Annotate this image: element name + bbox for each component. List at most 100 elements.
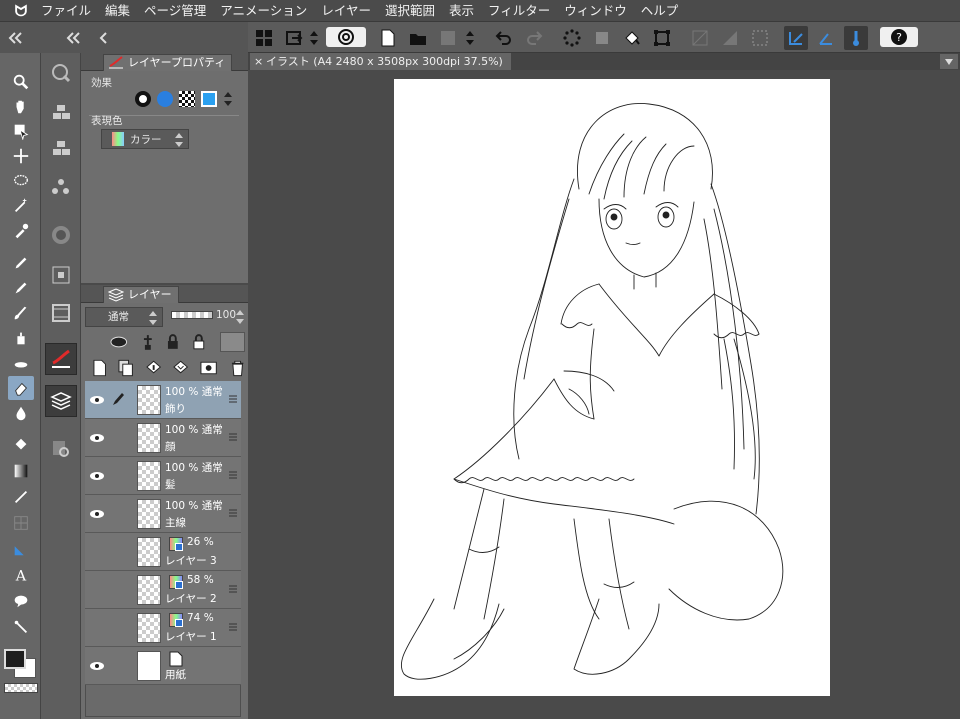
- updown-2-icon[interactable]: [462, 26, 478, 50]
- opacity-value[interactable]: 100: [216, 309, 236, 321]
- menu-layer[interactable]: レイヤー: [314, 0, 378, 22]
- menu-edit[interactable]: 編集: [98, 0, 137, 22]
- redo-icon[interactable]: [522, 26, 546, 50]
- search-layer-icon[interactable]: [45, 433, 77, 465]
- magic-wand-icon[interactable]: [8, 194, 34, 218]
- open-folder-icon[interactable]: [406, 26, 430, 50]
- canvas-tab[interactable]: × イラスト (A4 2480 x 3508px 300dpi 37.5%): [250, 53, 511, 70]
- visibility-eye-icon[interactable]: [88, 393, 106, 407]
- canvas-paper[interactable]: [394, 79, 830, 696]
- layer-row[interactable]: 100 % 通常 飾り: [85, 381, 241, 419]
- save-icon[interactable]: [436, 26, 460, 50]
- layer-row[interactable]: 100 % 通常 髪: [85, 457, 241, 495]
- new-folder-icon[interactable]: [145, 359, 161, 377]
- correction-tool-icon[interactable]: [8, 615, 34, 639]
- menu-selection[interactable]: 選択範囲: [378, 0, 442, 22]
- transform-icon[interactable]: [590, 26, 614, 50]
- ruler-tool-icon[interactable]: [8, 537, 34, 561]
- snap-special-icon[interactable]: [814, 26, 838, 50]
- layer-menu-icon[interactable]: [229, 623, 237, 631]
- color-set-icon[interactable]: [45, 259, 77, 291]
- layer-color-effect-icon[interactable]: [201, 91, 217, 107]
- layer-row[interactable]: 74 % レイヤー 1: [85, 609, 241, 647]
- lock-icon[interactable]: [166, 333, 180, 351]
- sub-tool-group-2-icon[interactable]: [45, 133, 77, 165]
- menu-page[interactable]: ページ管理: [137, 0, 213, 22]
- navigator-icon[interactable]: [45, 57, 77, 89]
- menu-animation[interactable]: アニメーション: [213, 0, 314, 22]
- layer-menu-icon[interactable]: [229, 509, 237, 517]
- expression-color-select[interactable]: カラー: [101, 129, 189, 149]
- color-wheel-icon[interactable]: [45, 219, 77, 251]
- hand-tool-icon[interactable]: [8, 95, 34, 119]
- layer-row[interactable]: 100 % 通常 顔: [85, 419, 241, 457]
- layer-menu-icon[interactable]: [229, 471, 237, 479]
- tab-menu-button[interactable]: [940, 54, 958, 69]
- menu-file[interactable]: ファイル: [34, 0, 98, 22]
- ruler-gray-icon[interactable]: [718, 26, 742, 50]
- visibility-eye-icon[interactable]: [88, 431, 106, 445]
- sub-tool-group-3-icon[interactable]: [45, 171, 77, 203]
- lock-transparent-icon[interactable]: [192, 333, 208, 351]
- reference-layer-icon[interactable]: [141, 333, 155, 351]
- pen-tool-icon[interactable]: [8, 251, 34, 275]
- layer-row[interactable]: 58 % レイヤー 2: [85, 571, 241, 609]
- sub-tool-group-1-icon[interactable]: [45, 97, 77, 129]
- loading-icon[interactable]: [560, 26, 584, 50]
- menu-help[interactable]: ヘルプ: [634, 0, 686, 22]
- opacity-slider[interactable]: [171, 311, 213, 319]
- menu-filter[interactable]: フィルター: [481, 0, 557, 22]
- clipping-icon[interactable]: [109, 334, 129, 350]
- pencil-tool-icon[interactable]: [8, 276, 34, 300]
- app-logo-icon[interactable]: ᗢ: [8, 0, 34, 22]
- visibility-eye-icon[interactable]: [88, 659, 106, 673]
- grid-view-icon[interactable]: [252, 26, 276, 50]
- undo-icon[interactable]: [492, 26, 516, 50]
- effect-stepper-icon[interactable]: [223, 90, 233, 108]
- snap-ruler-icon[interactable]: [784, 26, 808, 50]
- free-transform-icon[interactable]: [650, 26, 674, 50]
- visibility-eye-icon[interactable]: [88, 469, 106, 483]
- mask-enable-icon[interactable]: [219, 332, 246, 352]
- collapse-panels-icon[interactable]: [62, 26, 86, 50]
- text-tool-icon[interactable]: A: [8, 563, 34, 587]
- blend-mode-select[interactable]: 通常: [85, 307, 163, 327]
- eraser-tool-icon[interactable]: [8, 376, 34, 400]
- fill-tool-icon[interactable]: [8, 433, 34, 457]
- figure-tool-icon[interactable]: [8, 485, 34, 509]
- eyedropper-icon[interactable]: [8, 219, 34, 243]
- layer-row[interactable]: 26 % レイヤー 3: [85, 533, 241, 571]
- ruler-off-icon[interactable]: [688, 26, 712, 50]
- opacity-stepper-icon[interactable]: [235, 309, 245, 325]
- layer-menu-icon[interactable]: [229, 433, 237, 441]
- merge-down-icon[interactable]: [173, 359, 189, 377]
- border-effect-icon[interactable]: [135, 91, 151, 107]
- menu-window[interactable]: ウィンドウ: [557, 0, 634, 22]
- sync-button[interactable]: [326, 27, 366, 47]
- color-history-icon[interactable]: [45, 297, 77, 329]
- lasso-tool-icon[interactable]: [8, 169, 34, 193]
- tab-layer-property[interactable]: レイヤープロパティ: [103, 54, 233, 71]
- frame-tool-icon[interactable]: [8, 511, 34, 535]
- new-raster-layer-icon[interactable]: [93, 359, 106, 377]
- close-tab-icon[interactable]: ×: [254, 53, 263, 70]
- selection-icon[interactable]: [748, 26, 772, 50]
- layer-row[interactable]: 100 % 通常 主線: [85, 495, 241, 533]
- transparent-color-swatch[interactable]: [4, 683, 38, 693]
- tab-layer[interactable]: レイヤー: [103, 286, 179, 303]
- export-icon[interactable]: [282, 26, 306, 50]
- layer-row[interactable]: 用紙: [85, 647, 241, 685]
- gradient-tool-icon[interactable]: [8, 459, 34, 483]
- airbrush-tool-icon[interactable]: [8, 326, 34, 350]
- layer-property-panel-icon[interactable]: [45, 343, 77, 375]
- blend-tool-icon[interactable]: [8, 401, 34, 425]
- menu-view[interactable]: 表示: [442, 0, 481, 22]
- zoom-tool-icon[interactable]: [8, 70, 34, 94]
- new-file-icon[interactable]: [376, 26, 400, 50]
- layer-panel-icon[interactable]: [45, 385, 77, 417]
- collapse-panels-2-icon[interactable]: [92, 26, 116, 50]
- brush-tool-icon[interactable]: [8, 301, 34, 325]
- balloon-tool-icon[interactable]: [8, 589, 34, 613]
- fill-icon[interactable]: [620, 26, 644, 50]
- snap-grid-icon[interactable]: [844, 26, 868, 50]
